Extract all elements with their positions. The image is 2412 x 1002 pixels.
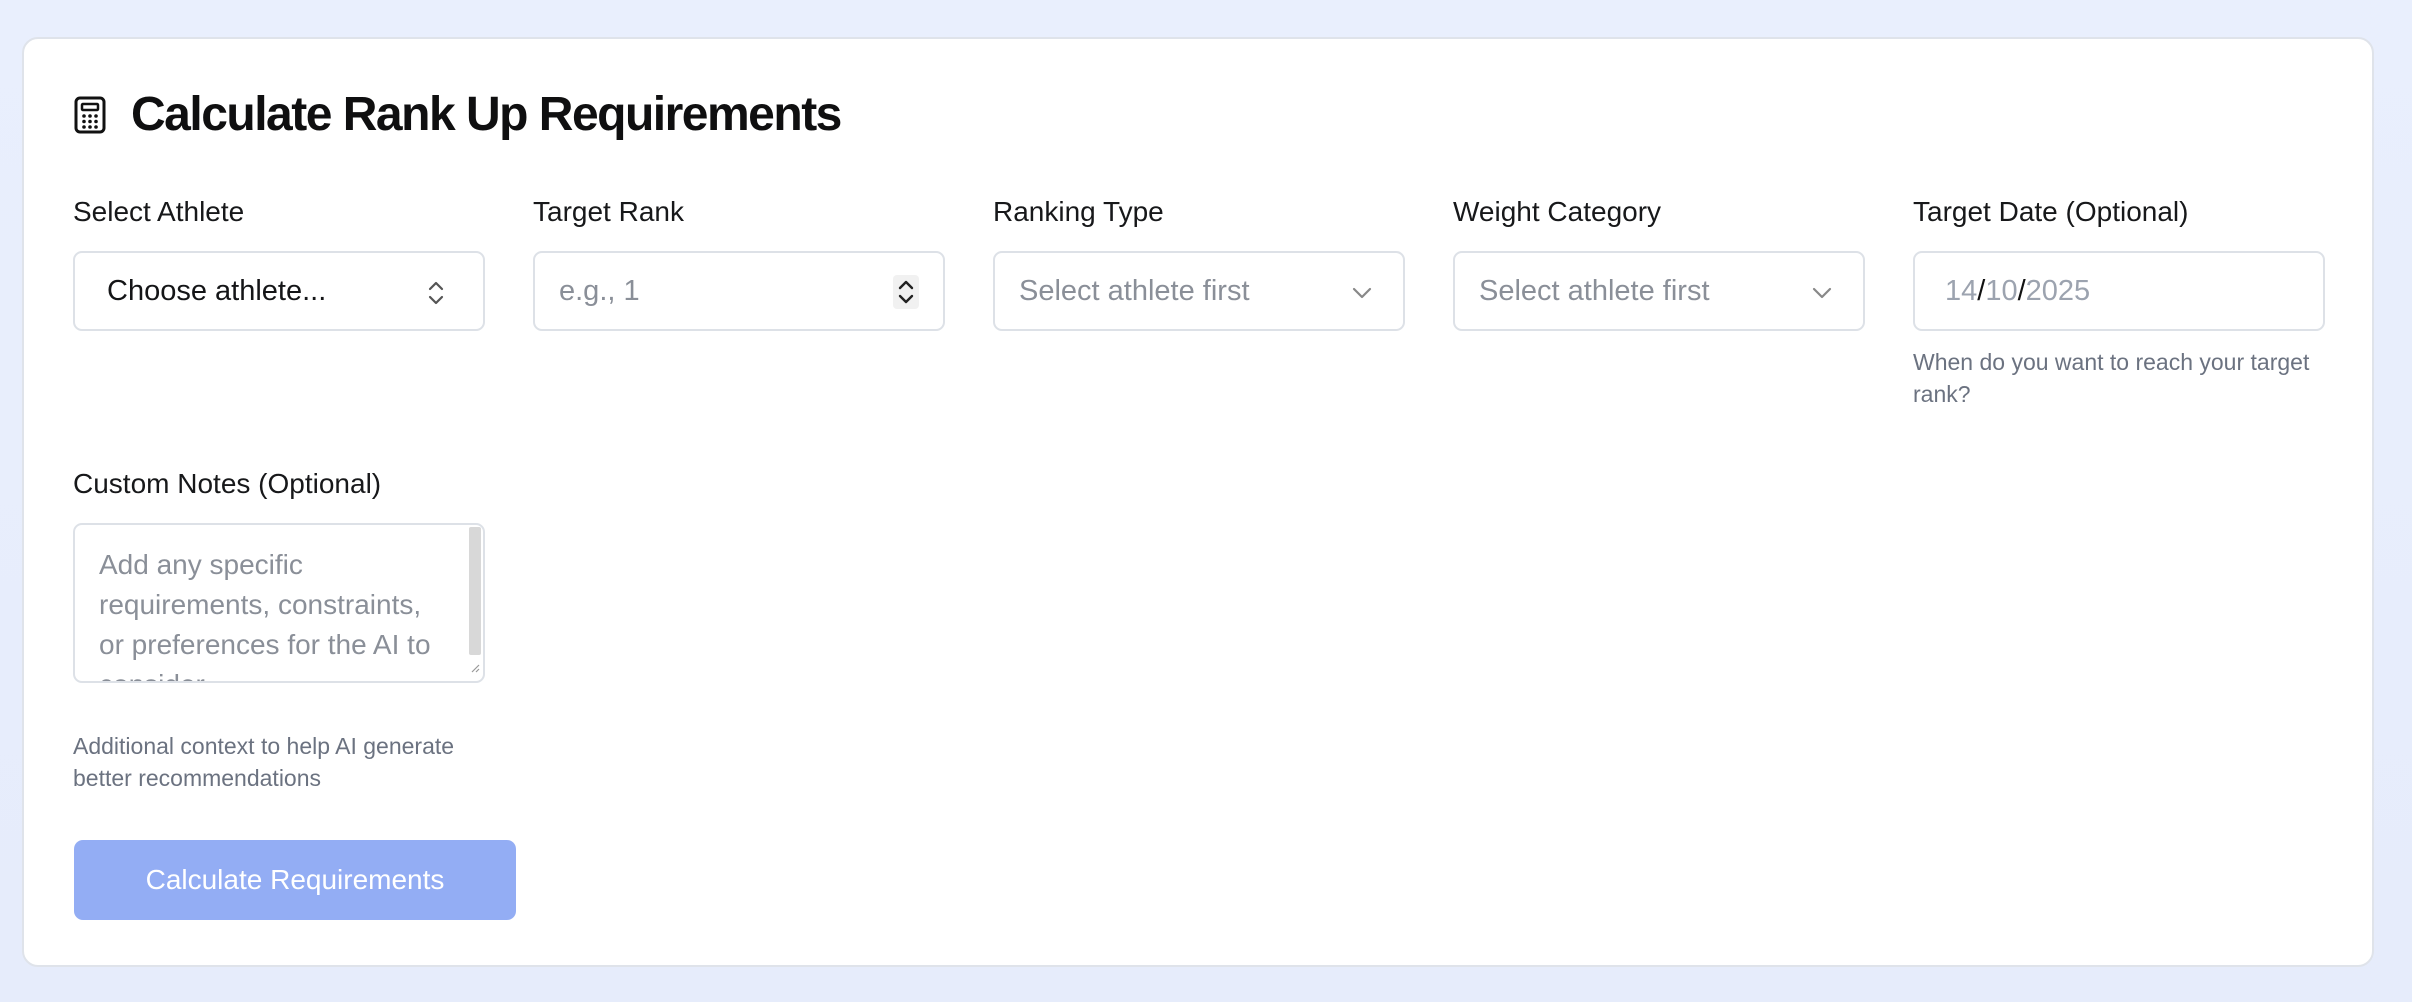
- target-date-input[interactable]: 14 / 10 / 2025: [1913, 251, 2325, 331]
- calculator-icon: [73, 94, 109, 136]
- weight-category-label: Weight Category: [1453, 196, 1662, 227]
- target-date-field: Target Date (Optional) 14 / 10 / 2025 Wh…: [1913, 194, 2325, 407]
- weight-category-select[interactable]: Select athlete first: [1453, 251, 1865, 331]
- textarea-scrollbar[interactable]: [469, 527, 481, 655]
- date-month[interactable]: 10: [1985, 275, 2017, 308]
- athlete-select[interactable]: Choose athlete...: [73, 251, 485, 331]
- date-separator: /: [1977, 274, 1986, 307]
- target-rank-placeholder: e.g., 1: [559, 274, 640, 307]
- weight-category-field: Weight Category Select athlete first: [1453, 194, 1865, 331]
- custom-notes-placeholder: Add any specific requirements, constrain…: [99, 549, 431, 681]
- date-day[interactable]: 14: [1945, 275, 1977, 308]
- custom-notes-label: Custom Notes (Optional): [73, 468, 382, 499]
- target-date-label: Target Date (Optional): [1913, 196, 2189, 227]
- athlete-field: Select Athlete Choose athlete...: [73, 194, 485, 331]
- rank-up-card: Calculate Rank Up Requirements Select At…: [22, 37, 2374, 967]
- ranking-type-label: Ranking Type: [993, 196, 1164, 227]
- calculate-requirements-button[interactable]: Calculate Requirements: [74, 840, 516, 920]
- date-year[interactable]: 2025: [2026, 275, 2091, 308]
- target-rank-input[interactable]: e.g., 1: [533, 251, 945, 331]
- custom-notes-helper: Additional context to help AI generate b…: [73, 733, 455, 791]
- ranking-type-value: Select athlete first: [1019, 274, 1250, 307]
- chevron-down-icon: [1351, 282, 1373, 309]
- athlete-select-value: Choose athlete...: [107, 274, 327, 307]
- page-title: Calculate Rank Up Requirements: [131, 88, 842, 141]
- ranking-type-select[interactable]: Select athlete first: [993, 251, 1405, 331]
- weight-category-value: Select athlete first: [1479, 274, 1710, 307]
- chevron-down-icon: [1811, 282, 1833, 309]
- resize-handle-icon[interactable]: [470, 660, 480, 678]
- date-value: 14 / 10 / 2025: [1945, 275, 2090, 308]
- target-rank-label: Target Rank: [533, 196, 684, 227]
- custom-notes-textarea[interactable]: Add any specific requirements, constrain…: [73, 523, 485, 683]
- target-rank-field: Target Rank e.g., 1: [533, 194, 945, 331]
- chevron-up-down-icon: [427, 279, 445, 312]
- date-separator: /: [2017, 274, 2026, 307]
- custom-notes-field: Custom Notes (Optional) Add any specific…: [73, 466, 485, 791]
- ranking-type-field: Ranking Type Select athlete first: [993, 194, 1405, 331]
- card-header: Calculate Rank Up Requirements: [73, 87, 842, 142]
- athlete-label: Select Athlete: [73, 196, 245, 227]
- target-date-helper: When do you want to reach your target ra…: [1913, 349, 2310, 407]
- number-stepper[interactable]: [893, 275, 919, 309]
